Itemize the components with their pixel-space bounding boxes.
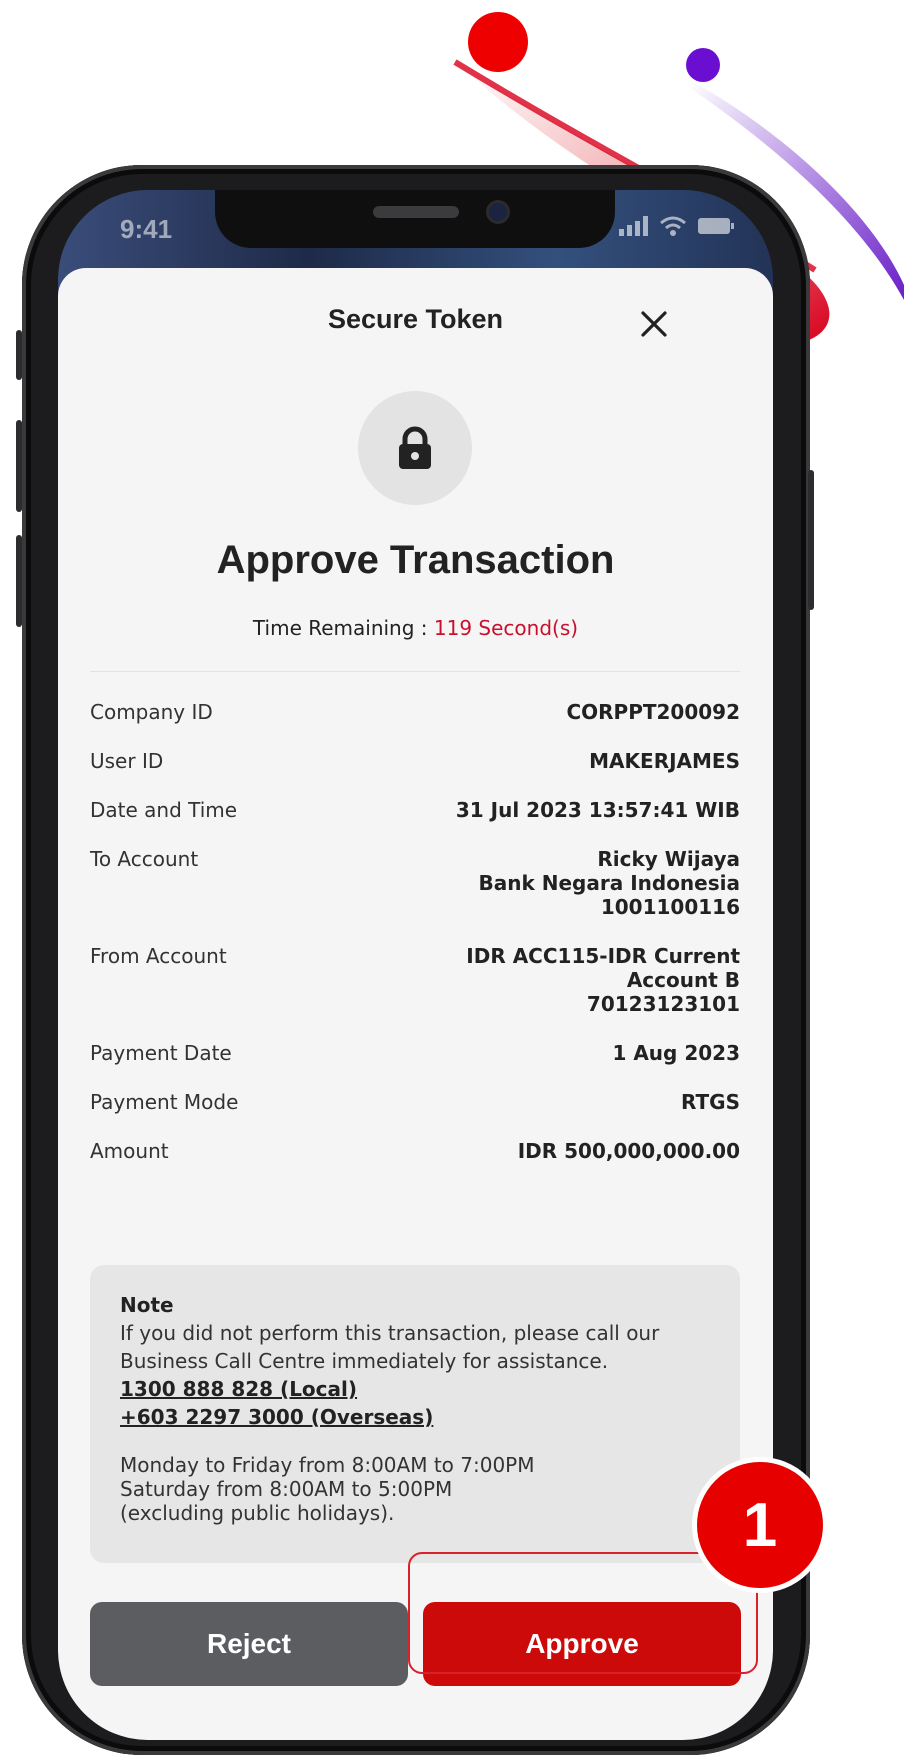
hours-line3: (excluding public holidays).	[120, 1501, 395, 1525]
detail-label: User ID	[90, 749, 164, 773]
to-account-number: 1001100116	[600, 895, 740, 919]
note-body-line1: If you did not perform this transaction,…	[120, 1321, 660, 1345]
phone-power-button	[808, 470, 814, 610]
front-camera	[489, 203, 507, 221]
time-remaining-value: 119 Second(s)	[433, 616, 579, 640]
detail-row-date-time: Date and Time 31 Jul 2023 13:57:41 WIB	[90, 798, 740, 822]
detail-label: To Account	[90, 847, 199, 871]
phone-link-local[interactable]: 1300 888 828 (Local)	[120, 1375, 710, 1403]
detail-label: Payment Date	[90, 1041, 232, 1065]
detail-value: Ricky Wijaya Bank Negara Indonesia 10011…	[479, 847, 740, 919]
time-remaining: Time Remaining : 119 Second(s)	[58, 616, 773, 640]
detail-value: 1 Aug 2023	[612, 1041, 740, 1065]
reject-button[interactable]: Reject	[90, 1602, 408, 1686]
detail-label: Payment Mode	[90, 1090, 239, 1114]
from-account-line1: IDR ACC115-IDR Current	[466, 944, 740, 968]
to-account-bank: Bank Negara Indonesia	[478, 871, 740, 895]
secure-token-sheet: Secure Token Approve Transaction Time Re…	[58, 268, 773, 1740]
detail-label: From Account	[90, 944, 227, 968]
detail-row-amount: Amount IDR 500,000,000.00	[90, 1139, 740, 1163]
phone-mute-switch	[16, 330, 22, 380]
hours-line1: Monday to Friday from 8:00AM to 7:00PM	[120, 1453, 535, 1477]
detail-row-payment-date: Payment Date 1 Aug 2023	[90, 1041, 740, 1065]
transaction-details: Company ID CORPPT200092 User ID MAKERJAM…	[90, 700, 740, 1188]
detail-value: IDR ACC115-IDR Current Account B 7012312…	[466, 944, 740, 1016]
phone-volume-down	[16, 535, 22, 627]
detail-value: MAKERJAMES	[589, 749, 740, 773]
wifi-icon	[660, 216, 686, 236]
phone-screen: 9:41 Secure Token Approve Transaction Ti…	[58, 190, 773, 1740]
from-account-line2: Account B	[626, 968, 740, 992]
detail-label: Company ID	[90, 700, 213, 724]
detail-label: Date and Time	[90, 798, 238, 822]
note-heading: Note	[120, 1293, 174, 1317]
signal-icon	[619, 216, 648, 236]
detail-value: CORPPT200092	[566, 700, 740, 724]
phone-volume-up	[16, 420, 22, 512]
lock-badge	[358, 391, 472, 505]
detail-value: RTGS	[681, 1090, 740, 1114]
phone-link-overseas[interactable]: +603 2297 3000 (Overseas)	[120, 1403, 710, 1431]
detail-value: 31 Jul 2023 13:57:41 WIB	[455, 798, 740, 822]
time-remaining-label: Time Remaining :	[252, 616, 428, 640]
detail-value: IDR 500,000,000.00	[517, 1139, 740, 1163]
status-icons	[619, 216, 735, 236]
detail-label: Amount	[90, 1139, 169, 1163]
divider	[90, 671, 740, 672]
close-button[interactable]	[634, 304, 674, 344]
business-hours: Monday to Friday from 8:00AM to 7:00PM S…	[120, 1453, 710, 1525]
note-box: Note If you did not perform this transac…	[90, 1265, 740, 1563]
phone-notch	[215, 190, 615, 248]
page-heading: Approve Transaction	[216, 538, 615, 582]
step-number-badge: 1	[692, 1457, 828, 1593]
close-icon	[641, 311, 667, 337]
battery-icon	[698, 218, 734, 234]
speaker-grille	[373, 206, 459, 218]
status-time: 9:41	[120, 214, 173, 244]
lock-icon	[399, 426, 431, 469]
detail-row-to-account: To Account Ricky Wijaya Bank Negara Indo…	[90, 847, 740, 919]
detail-row-payment-mode: Payment Mode RTGS	[90, 1090, 740, 1114]
from-account-number: 70123123101	[586, 992, 740, 1016]
approve-highlight-box	[408, 1552, 758, 1674]
detail-row-company-id: Company ID CORPPT200092	[90, 700, 740, 724]
note-body-line2: Business Call Centre immediately for ass…	[120, 1349, 609, 1373]
detail-row-user-id: User ID MAKERJAMES	[90, 749, 740, 773]
detail-row-from-account: From Account IDR ACC115-IDR Current Acco…	[90, 944, 740, 1016]
to-account-name: Ricky Wijaya	[597, 847, 740, 871]
hours-line2: Saturday from 8:00AM to 5:00PM	[120, 1477, 453, 1501]
